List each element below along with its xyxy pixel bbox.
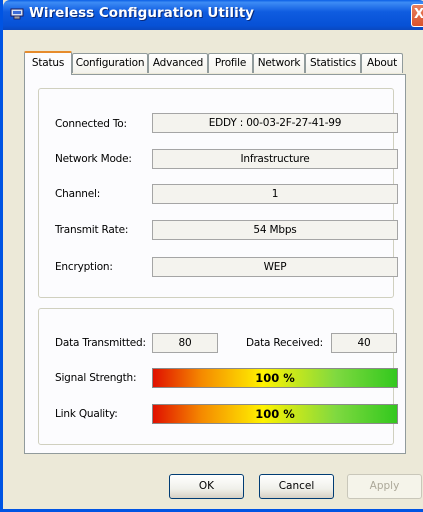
- channel-label: Channel:: [55, 188, 101, 200]
- connected-to-label: Connected To:: [55, 118, 127, 130]
- network-mode-label: Network Mode:: [55, 153, 132, 165]
- signal-strength-percent: 100 %: [255, 371, 295, 385]
- close-icon: X: [414, 7, 423, 22]
- signal-strength-label: Signal Strength:: [55, 372, 137, 384]
- utility-window: Wireless Configuration Utility X Status …: [0, 0, 423, 512]
- apply-button[interactable]: Apply: [347, 474, 422, 499]
- channel-value: 1: [152, 184, 398, 204]
- tab-about[interactable]: About: [361, 53, 403, 73]
- link-status-group: Data Transmitted: 80 Data Received: 40 S…: [38, 308, 398, 445]
- data-received-label: Data Received:: [246, 337, 323, 349]
- window-title: Wireless Configuration Utility: [29, 5, 254, 21]
- tab-profile[interactable]: Profile: [208, 53, 253, 73]
- encryption-label: Encryption:: [55, 261, 113, 273]
- tab-network[interactable]: Network: [253, 53, 305, 73]
- data-transmitted-label: Data Transmitted:: [55, 337, 146, 349]
- connected-to-value: EDDY : 00-03-2F-27-41-99: [152, 113, 398, 133]
- link-quality-bar: 100 %: [152, 404, 398, 424]
- tab-configuration[interactable]: Configuration: [72, 53, 148, 73]
- data-transmitted-value: 80: [152, 333, 218, 353]
- link-quality-percent: 100 %: [255, 407, 295, 421]
- transmit-rate-value: 54 Mbps: [152, 220, 398, 240]
- connection-info-group: Connected To: EDDY : 00-03-2F-27-41-99 N…: [38, 88, 398, 298]
- status-panel: Connected To: EDDY : 00-03-2F-27-41-99 N…: [24, 74, 406, 454]
- link-quality-label: Link Quality:: [55, 408, 118, 420]
- tab-status[interactable]: Status: [24, 51, 72, 75]
- encryption-value: WEP: [152, 257, 398, 277]
- cancel-button[interactable]: Cancel: [259, 474, 334, 499]
- network-mode-value: Infrastructure: [152, 149, 398, 169]
- signal-strength-bar: 100 %: [152, 368, 398, 388]
- transmit-rate-label: Transmit Rate:: [55, 224, 129, 236]
- ok-button[interactable]: OK: [169, 474, 244, 499]
- data-received-value: 40: [331, 333, 397, 353]
- tab-statistics[interactable]: Statistics: [305, 53, 361, 73]
- network-card-icon: [10, 8, 24, 20]
- tab-advanced[interactable]: Advanced: [148, 53, 208, 73]
- title-bar[interactable]: Wireless Configuration Utility X: [3, 0, 423, 30]
- close-button[interactable]: X: [411, 4, 423, 27]
